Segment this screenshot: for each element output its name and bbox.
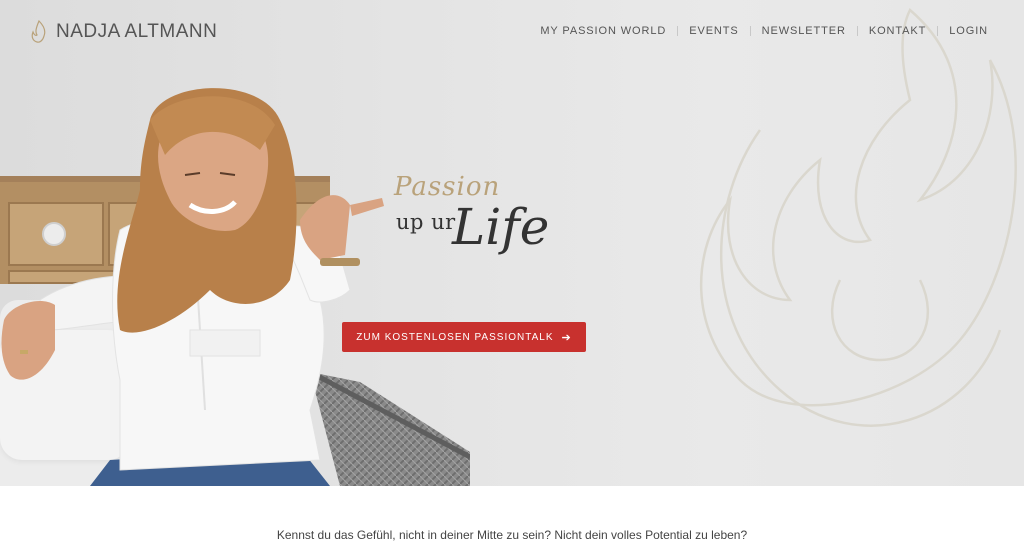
cta-label: ZUM KOSTENLOSEN PASSIONTALK [356, 331, 554, 343]
nav-divider [749, 26, 751, 36]
intro-text: Kennst du das Gefühl, nicht in deiner Mi… [276, 528, 748, 542]
hero-woman-photo [1, 88, 384, 486]
passiontalk-cta-button[interactable]: ZUM KOSTENLOSEN PASSIONTALK ➔ [342, 322, 586, 352]
arrow-right-icon: ➔ [561, 331, 572, 344]
nav-kontakt[interactable]: KONTAKT [869, 25, 926, 37]
hero-tagline: Passion up ur Life [392, 172, 549, 282]
flame-icon [31, 20, 46, 43]
nav-divider [856, 26, 858, 36]
nav-newsletter[interactable]: NEWSLETTER [762, 25, 846, 37]
nav-login[interactable]: LOGIN [949, 25, 988, 37]
nav-events[interactable]: EVENTS [689, 25, 738, 37]
flame-watermark-icon [699, 8, 1017, 427]
site-logo[interactable]: NADJA ALTMANN [30, 20, 217, 44]
site-header: NADJA ALTMANN MY PASSION WORLD EVENTS NE… [0, 0, 1024, 64]
main-nav: MY PASSION WORLD EVENTS NEWSLETTER KONTA… [540, 25, 988, 37]
hero-section: Passion up ur Life ZUM KOSTENLOSEN PASSI… [0, 0, 1024, 486]
nav-divider [677, 26, 679, 36]
intro-section: Kennst du das Gefühl, nicht in deiner Mi… [0, 486, 1024, 546]
tagline-life: Life [452, 198, 550, 256]
tagline-up-ur: up ur [396, 210, 456, 234]
brand-name: NADJA ALTMANN [56, 21, 218, 42]
nav-my-passion-world[interactable]: MY PASSION WORLD [540, 25, 666, 37]
nav-divider [937, 26, 939, 36]
